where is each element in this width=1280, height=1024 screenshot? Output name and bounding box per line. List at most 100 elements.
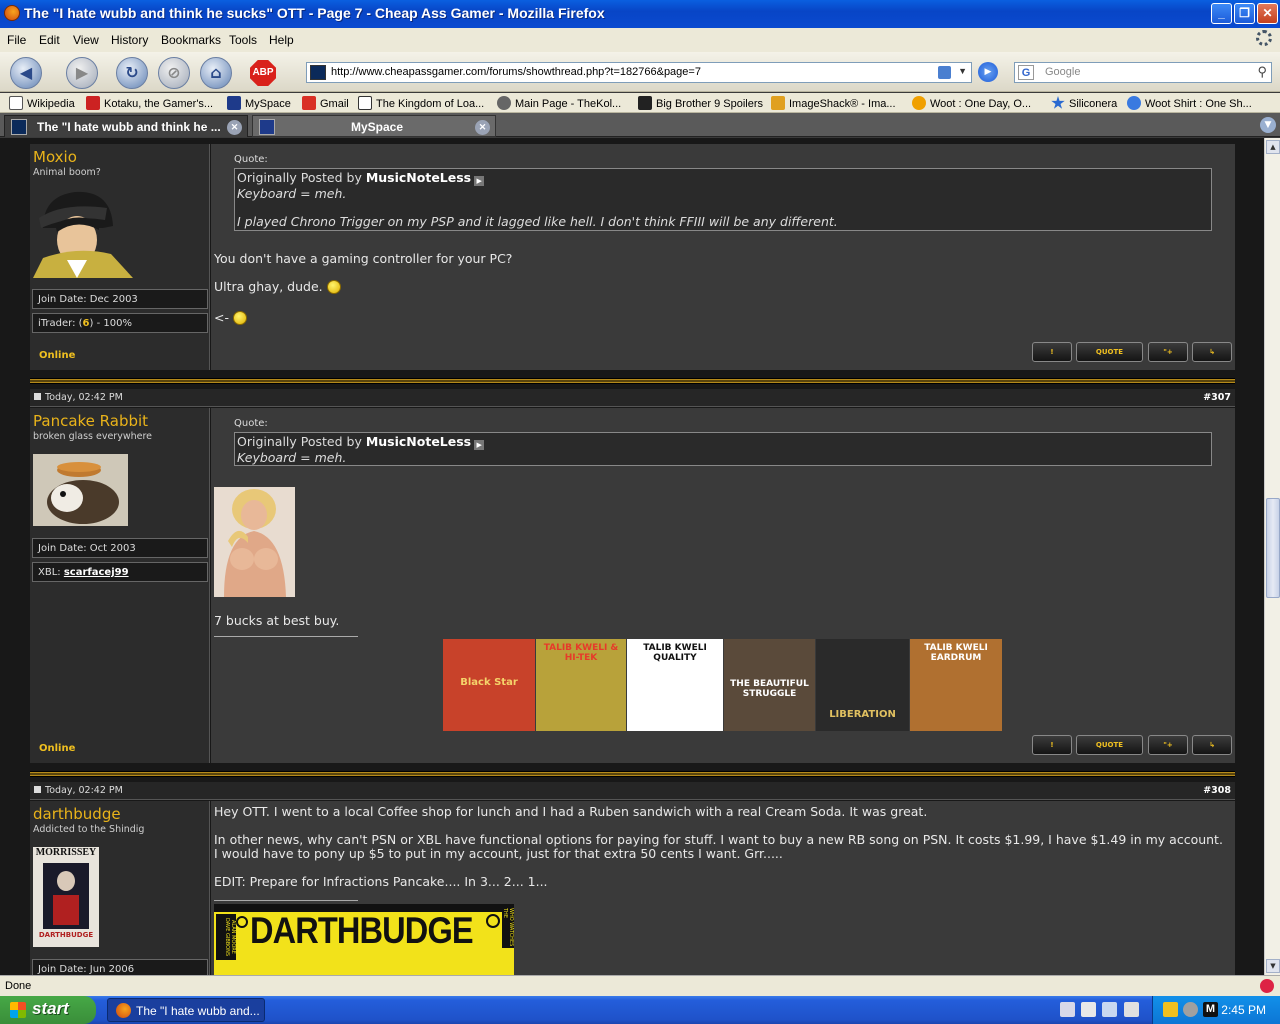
menu-history[interactable]: History [111,33,148,47]
bookmark-woot-shirt[interactable]: Woot Shirt : One Sh... [1127,96,1252,110]
username-link[interactable]: darthbudge [33,805,121,823]
google-icon[interactable]: G [1018,65,1034,80]
post-header: Today, 02:42 PM #307 [30,389,1235,407]
search-icon[interactable]: ⚲ [1257,64,1267,80]
report-button[interactable]: ! [1032,342,1072,362]
help-icon[interactable] [1081,1002,1096,1017]
search-input[interactable]: Google [1045,66,1080,78]
adblock-button[interactable]: ABP [250,60,276,86]
quick-reply-button[interactable]: ↳ [1192,735,1232,755]
post-text: In other news, why can't PSN or XBL have… [214,832,1223,847]
close-tab-icon[interactable]: ✕ [227,120,242,135]
bookmark-bigbrother[interactable]: Big Brother 9 Spoilers [638,96,763,110]
bookmark-imageshack[interactable]: ImageShack® - Ima... [771,96,896,110]
join-date: Join Date: Dec 2003 [32,289,208,309]
menu-help[interactable]: Help [269,33,294,47]
scroll-up-button[interactable]: ▲ [1266,140,1280,154]
album-cover: TALIB KWELI EARDRUM [910,639,1002,731]
view-post-icon[interactable]: ▶ [474,176,485,186]
menu-bar: File Edit View History Bookmarks Tools H… [0,28,1280,52]
start-button[interactable]: start [0,996,96,1024]
forward-button[interactable]: ▶ [66,57,98,89]
go-button[interactable]: ▶ [978,62,998,82]
view-post-icon[interactable]: ▶ [474,440,485,450]
menu-bookmarks[interactable]: Bookmarks [161,33,221,47]
search-box[interactable]: G Google ⚲ [1014,62,1272,83]
bookmark-kingdom[interactable]: The Kingdom of Loa... [358,96,484,110]
menu-view[interactable]: View [73,33,99,47]
window-title: The "I hate wubb and think he sucks" OTT… [24,5,605,21]
quick-reply-button[interactable]: ↳ [1192,342,1232,362]
home-button[interactable]: ⌂ [200,57,232,89]
close-button[interactable]: ✕ [1257,3,1278,24]
scroll-down-button[interactable]: ▼ [1266,959,1280,973]
bookmark-siliconera[interactable]: Siliconera [1051,96,1117,110]
quote-button[interactable]: QUOTE [1076,735,1143,755]
username-link[interactable]: Moxio [33,148,77,166]
post-307: Pancake Rabbit broken glass everywhere J… [30,408,1235,763]
close-tab-icon[interactable]: ✕ [475,120,490,135]
post-body: Hey OTT. I went to a local Coffee shop f… [211,801,1235,975]
post-date: Today, 02:42 PM [45,785,123,796]
page-content: Moxio Animal boom? Join Date: Dec 2003 i… [0,138,1264,975]
bookmark-wikipedia[interactable]: Wikipedia [9,96,75,110]
username-link[interactable]: Pancake Rabbit [33,412,148,430]
xbl-link[interactable]: scarfacej99 [64,567,129,578]
rss-icon[interactable] [938,66,951,79]
reload-button[interactable]: ↻ [116,57,148,89]
multiquote-button[interactable]: "+ [1148,735,1188,755]
window-titlebar: The "I hate wubb and think he sucks" OTT… [0,0,1280,28]
clock: 2:45 PM [1221,1003,1266,1017]
url-bar[interactable]: http://www.cheapassgamer.com/forums/show… [306,62,972,83]
bookmark-gmail[interactable]: Gmail [302,96,349,110]
url-text[interactable]: http://www.cheapassgamer.com/forums/show… [331,66,701,78]
bookmark-kol[interactable]: Main Page - TheKol... [497,96,621,110]
quote-author: MusicNoteLess [365,170,472,185]
maximize-button[interactable]: ❐ [1234,3,1255,24]
quote-label: Quote: [234,154,268,165]
minimize-button[interactable]: _ [1211,3,1232,24]
volume-icon[interactable] [1124,1002,1139,1017]
chevron-down-icon[interactable]: ▼ [958,66,967,76]
menu-file[interactable]: File [7,33,26,47]
post-header: Today, 02:42 PM #308 [30,782,1235,800]
tab-myspace[interactable]: MySpace ✕ [252,115,496,137]
back-button[interactable]: ◀ [10,57,42,89]
avatar [33,188,133,278]
post-308: darthbudge Addicted to the Shindig MORRI… [30,801,1235,975]
taskbar-item-firefox[interactable]: The "I hate wubb and... [107,998,265,1022]
pen-icon[interactable] [1060,1002,1075,1017]
post-sidebar: Moxio Animal boom? Join Date: Dec 2003 i… [30,144,210,370]
posted-image [214,487,295,597]
post-text: Hey OTT. I went to a local Coffee shop f… [214,804,928,819]
join-date: Join Date: Oct 2003 [32,538,208,558]
quote-box: Originally Posted by MusicNoteLess ▶ Keyb… [234,432,1212,466]
myspace-icon [259,119,275,135]
post-number[interactable]: #307 [1203,392,1231,403]
post-number[interactable]: #308 [1203,785,1231,796]
menu-edit[interactable]: Edit [39,33,60,47]
vertical-scrollbar[interactable]: ▲ ▼ [1264,138,1280,975]
woot-icon [912,96,926,110]
bookmark-kotaku[interactable]: Kotaku, the Gamer's... [86,96,213,110]
bookmark-woot[interactable]: Woot : One Day, O... [912,96,1031,110]
m-icon[interactable]: M [1203,1002,1218,1017]
quote-button[interactable]: QUOTE [1076,342,1143,362]
tab-list-icon[interactable]: ▼ [1260,117,1276,133]
shield-icon[interactable] [1163,1002,1178,1017]
scroll-thumb[interactable] [1266,498,1280,598]
addon-status-icon[interactable] [1260,979,1274,993]
throbber-icon [1256,30,1272,46]
itrader-link[interactable]: 6 [83,318,90,329]
stop-button[interactable]: ⊘ [158,57,190,89]
report-button[interactable]: ! [1032,735,1072,755]
multiquote-button[interactable]: "+ [1148,342,1188,362]
speaker-icon[interactable] [1183,1002,1198,1017]
post-sidebar: Pancake Rabbit broken glass everywhere J… [30,408,210,763]
tab-ott[interactable]: The "I hate wubb and think he ... ✕ [4,115,248,137]
network-icon[interactable] [1102,1002,1117,1017]
bookmark-myspace[interactable]: MySpace [227,96,291,110]
album-cover: LIBERATION [816,639,909,731]
quote-box: Originally Posted by MusicNoteLess ▶ Keyb… [234,168,1212,231]
menu-tools[interactable]: Tools [229,33,257,47]
